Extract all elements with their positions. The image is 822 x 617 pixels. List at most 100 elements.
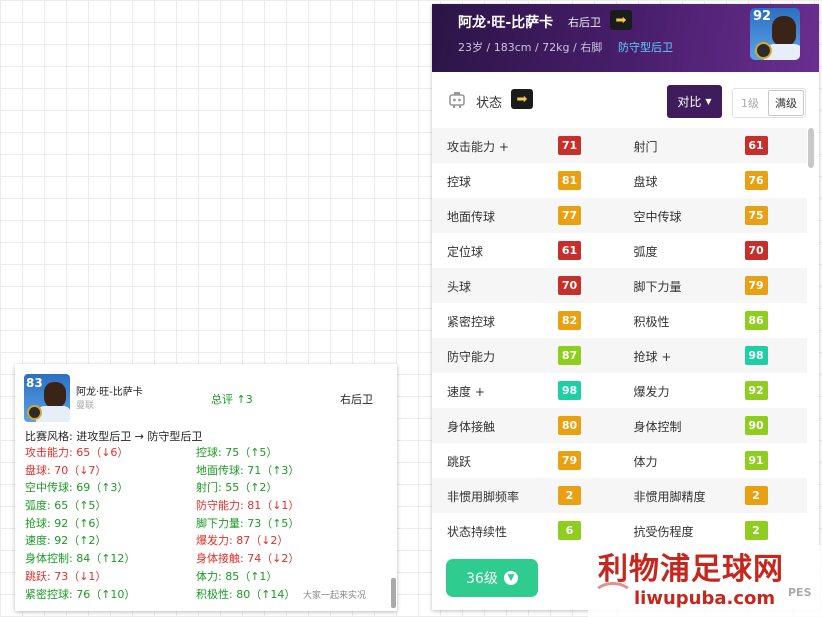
stat-value-badge: 61 bbox=[744, 136, 768, 155]
portrait-head bbox=[772, 16, 796, 46]
stat-cell: 非惯用脚精度 2 bbox=[620, 478, 808, 513]
stat-label: 地面传球 bbox=[447, 210, 496, 224]
player-header: 阿龙·旺-比萨卡 右后卫 ➡ 23岁 / 183cm / 72kg / 右脚 防… bbox=[432, 4, 819, 72]
status-icon bbox=[449, 92, 465, 108]
stat-value-badge: 80 bbox=[558, 416, 581, 435]
compare-line: 盘球: 70（↓7） 地面传球: 71（↑3） bbox=[25, 462, 385, 480]
stat-cell: 防守能力 87 bbox=[432, 338, 620, 373]
stat-label: 身体接触 bbox=[447, 420, 496, 434]
stat-label: 盘球 bbox=[633, 175, 658, 189]
stat-label: 控球 bbox=[447, 175, 472, 189]
compare-stat-text: 弧度: 65（↑5） bbox=[25, 499, 107, 513]
stat-label: 状态持续性 bbox=[447, 525, 508, 539]
stat-value-badge: 77 bbox=[558, 206, 581, 225]
stat-label: 脚下力量 bbox=[633, 280, 682, 294]
stat-cell: 跳跃 79 bbox=[432, 443, 620, 478]
compare-stat-text: 脚下力量: 73（↑5） bbox=[196, 516, 300, 530]
arrow-right-icon[interactable]: ➡ bbox=[511, 89, 533, 109]
level-1-option[interactable]: 1级 bbox=[733, 89, 767, 117]
scrollbar[interactable] bbox=[808, 128, 814, 168]
compare-stat-text: 盘球: 70（↓7） bbox=[25, 463, 107, 477]
stat-cell: 身体控制 90 bbox=[620, 408, 808, 443]
stat-cell: 控球 81 bbox=[432, 163, 620, 198]
club-badge-icon bbox=[27, 405, 42, 420]
player-name: 阿龙·旺-比萨卡 bbox=[458, 15, 554, 31]
stat-value-badge: 6 bbox=[558, 521, 581, 540]
player-portrait: 92 bbox=[750, 8, 800, 60]
compare-card: 83 阿龙·旺-比萨卡 曼联 总评 ↑3 右后卫 比赛风格: 进攻型后卫 → 防… bbox=[15, 364, 397, 611]
stat-label: 跳跃 bbox=[447, 455, 472, 469]
compare-label: 对比 bbox=[677, 95, 702, 109]
stat-value-badge: 91 bbox=[744, 451, 768, 470]
arrow-right-icon[interactable]: ➡ bbox=[610, 10, 632, 30]
compare-overall-change: 总评 ↑3 bbox=[211, 393, 253, 406]
stat-label: 攻击能力 + bbox=[447, 140, 509, 154]
compare-stat-text: 速度: 92（↑2） bbox=[25, 534, 107, 548]
compare-stat-text: 空中传球: 69（↑3） bbox=[25, 481, 129, 495]
stat-value-badge: 71 bbox=[558, 136, 581, 155]
stat-cell: 定位球 61 bbox=[432, 233, 620, 268]
stat-cell: 非惯用脚频率 2 bbox=[432, 478, 620, 513]
player-info: 23岁 / 183cm / 72kg / 右脚 bbox=[458, 41, 603, 54]
level-max-option[interactable]: 满级 bbox=[768, 90, 804, 116]
compare-stat-text: 身体接触: 74（↓2） bbox=[196, 552, 300, 566]
stat-label: 体力 bbox=[633, 455, 658, 469]
stat-value-badge: 82 bbox=[558, 311, 581, 330]
compare-button[interactable]: 对比 ▼ bbox=[667, 85, 722, 118]
stat-label: 身体控制 bbox=[633, 420, 682, 434]
compare-line: 空中传球: 69（↑3） 射门: 55（↑2） bbox=[25, 479, 385, 497]
stat-value-badge: 2 bbox=[744, 521, 768, 540]
stat-value-badge: 2 bbox=[744, 486, 768, 505]
compare-style-change: 比赛风格: 进攻型后卫 → 防守型后卫 bbox=[25, 430, 203, 443]
stat-label: 积极性 bbox=[633, 315, 670, 329]
stat-label: 头球 bbox=[447, 280, 472, 294]
level-button-label: 36级 bbox=[466, 571, 498, 587]
level-toggle: 1级 满级 bbox=[732, 88, 806, 118]
compare-stat-text: 防守能力: 81（↓1） bbox=[196, 499, 300, 513]
player-position: 右后卫 bbox=[568, 16, 601, 29]
compare-logo-text: 大家一起来实况 bbox=[303, 591, 367, 601]
stat-row: 头球 70 脚下力量 79 bbox=[432, 268, 807, 303]
stat-cell: 抢球 + 98 bbox=[620, 338, 808, 373]
stat-value-badge: 75 bbox=[744, 206, 768, 225]
compare-line: 弧度: 65（↑5） 防守能力: 81（↓1） bbox=[25, 497, 385, 515]
stat-label: 弧度 bbox=[633, 245, 658, 259]
club-badge-icon bbox=[755, 42, 772, 59]
portrait-head bbox=[44, 382, 66, 408]
stat-label: 抢球 + bbox=[633, 350, 672, 364]
chevron-down-icon: ▼ bbox=[503, 571, 518, 585]
stat-label: 抗受伤程度 bbox=[633, 525, 694, 539]
compare-stat-text: 控球: 75（↑5） bbox=[196, 446, 278, 459]
stat-cell: 紧密控球 82 bbox=[432, 303, 620, 338]
compare-line: 抢球: 92（↑6） 脚下力量: 73（↑5） bbox=[25, 515, 385, 533]
stat-value-badge: 87 bbox=[558, 346, 581, 365]
stat-value-badge: 70 bbox=[744, 241, 768, 260]
stat-row: 地面传球 77 空中传球 75 bbox=[432, 198, 807, 233]
compare-stat-text: 体力: 85（↑1） bbox=[196, 569, 278, 583]
watermark-title: 利物浦足球网 bbox=[598, 552, 784, 587]
compare-line: 速度: 92（↑2） 爆发力: 87（↓2） bbox=[25, 532, 385, 550]
stat-value-badge: 92 bbox=[744, 381, 768, 400]
stat-label: 爆发力 bbox=[633, 385, 670, 399]
compare-overall: 83 bbox=[26, 376, 43, 390]
stat-row: 紧密控球 82 积极性 86 bbox=[432, 303, 807, 338]
compare-position: 右后卫 bbox=[340, 393, 373, 406]
compare-stat-grid: 攻击能力: 65（↓6） 控球: 75（↑5） 盘球: 70（↓7） 地面传球: 71… bbox=[25, 444, 385, 603]
stat-value-badge: 90 bbox=[744, 416, 768, 435]
stat-cell: 盘球 76 bbox=[620, 163, 808, 198]
stat-value-badge: 79 bbox=[558, 451, 581, 470]
level-select-button[interactable]: 36级 ▼ bbox=[446, 559, 538, 597]
stat-value-badge: 79 bbox=[744, 276, 768, 295]
player-overall: 92 bbox=[753, 9, 772, 24]
stat-value-badge: 61 bbox=[558, 241, 581, 260]
stat-value-badge: 70 bbox=[558, 276, 581, 295]
compare-stat-text: 抢球: 92（↑6） bbox=[25, 516, 107, 530]
stats-table: 攻击能力 + 71 射门 61 控球 81 盘球 76 地面传球 77 空中传球 75 定位球 61 弧度 7… bbox=[432, 128, 807, 548]
stat-row: 速度 + 98 爆发力 92 bbox=[432, 373, 807, 408]
stat-label: 速度 + bbox=[447, 385, 485, 399]
watermark-corner: PES bbox=[788, 586, 812, 599]
stat-value-badge: 86 bbox=[744, 311, 768, 330]
compare-line: 身体控制: 84（↑12） 身体接触: 74（↓2） bbox=[25, 550, 385, 568]
scrollbar[interactable] bbox=[391, 578, 396, 608]
stat-row: 攻击能力 + 71 射门 61 bbox=[432, 128, 807, 163]
